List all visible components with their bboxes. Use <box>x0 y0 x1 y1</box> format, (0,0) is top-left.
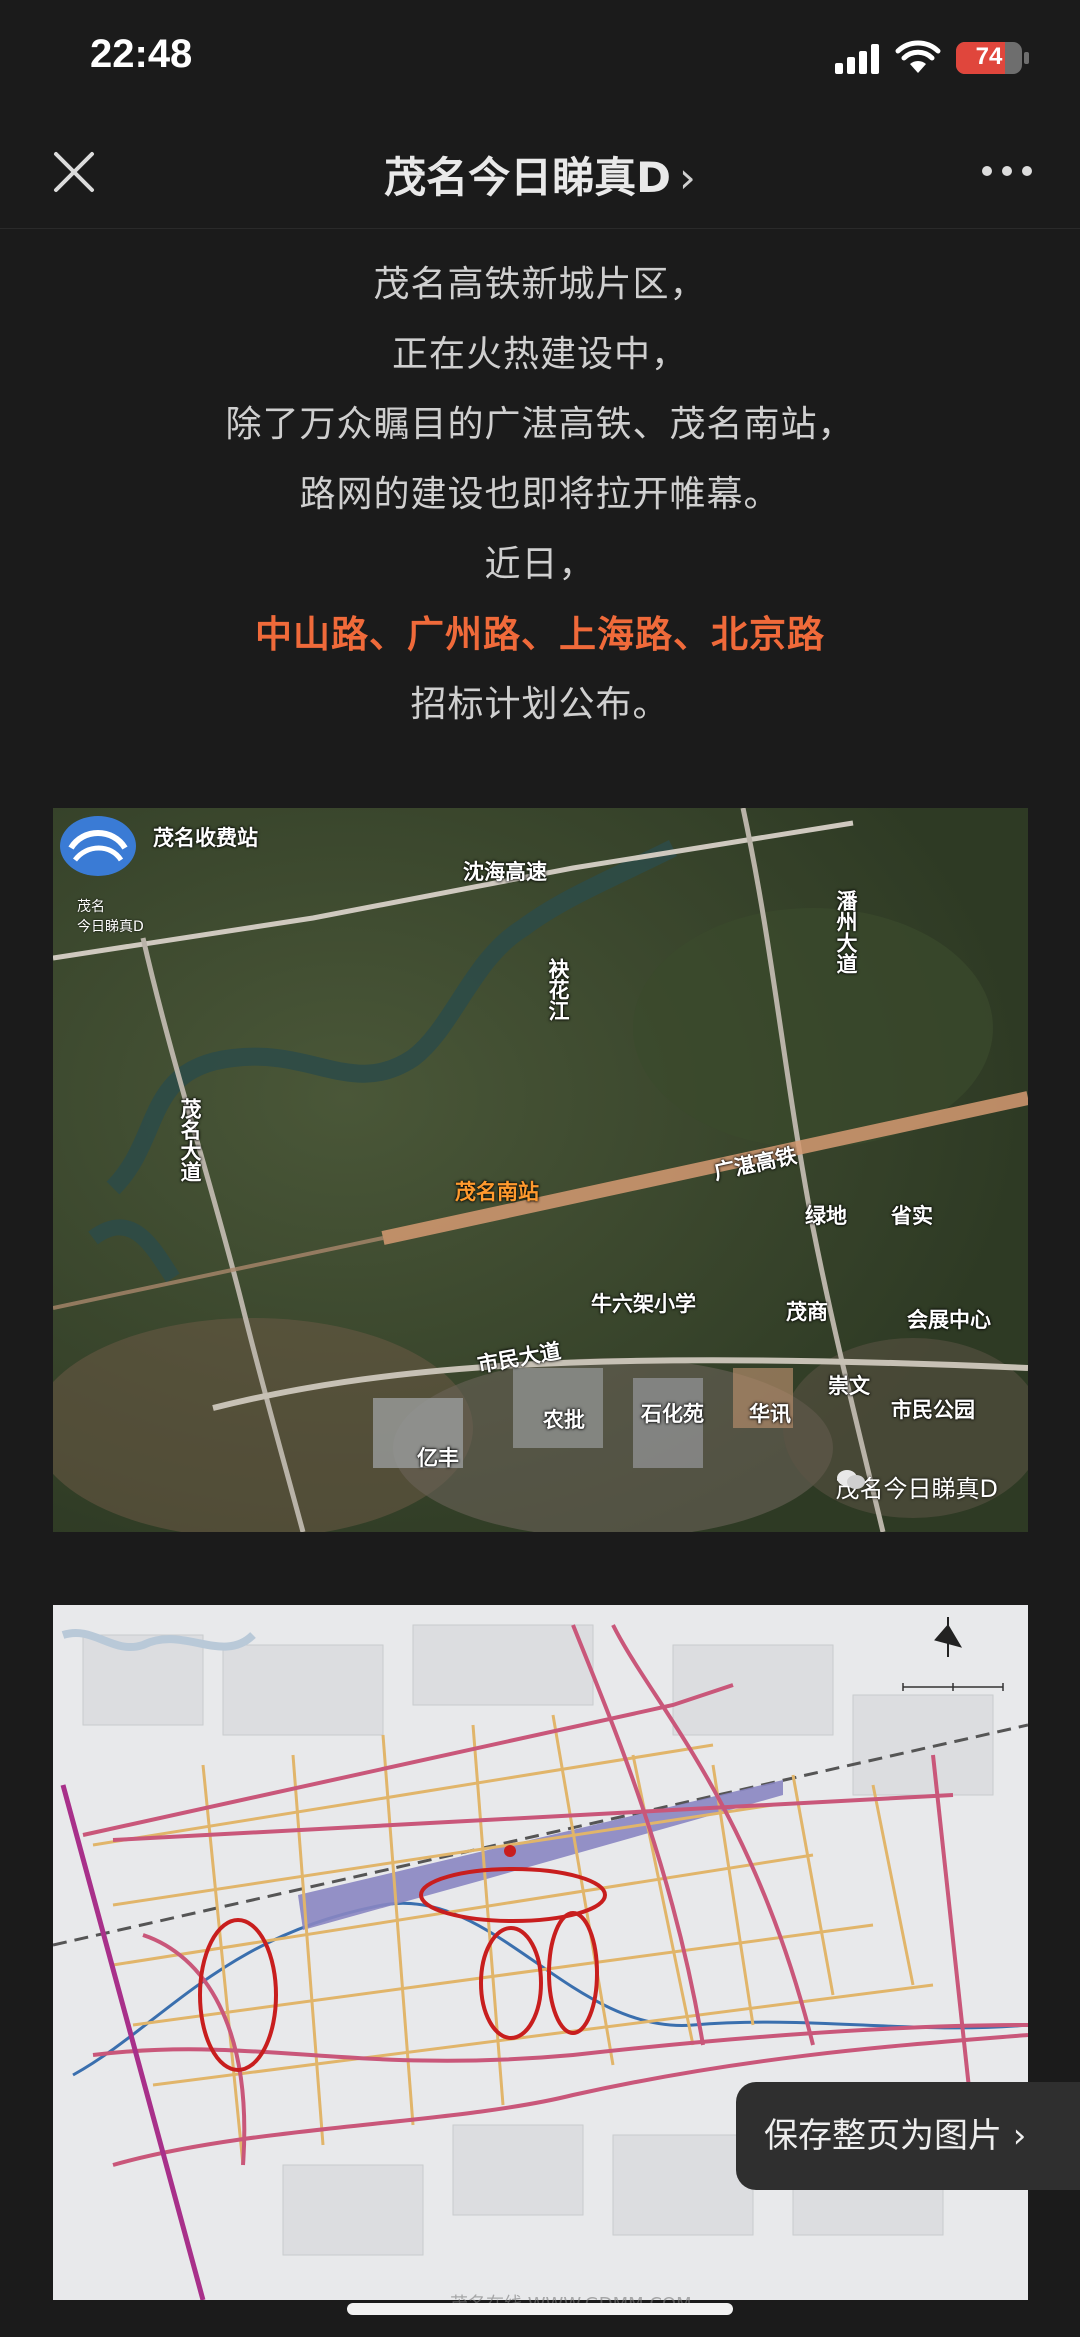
label-panzhou-avenue: 潘州大道 <box>834 890 858 974</box>
article-line: 除了万众瞩目的广湛高铁、茂名南站， <box>225 404 855 445</box>
chevron-right-icon: › <box>679 153 696 202</box>
label-shenhai-expressway: 沈海高速 <box>463 860 547 884</box>
wifi-icon <box>895 40 941 73</box>
article-line: 近日， <box>484 544 596 585</box>
label-maoshang: 茂商 <box>786 1300 828 1324</box>
more-icon[interactable] <box>980 156 1034 186</box>
channel-logo-icon <box>60 816 136 876</box>
battery-percent: 74 <box>975 43 1003 70</box>
road-plan-map-image[interactable] <box>53 1605 1028 2300</box>
wechat-icon <box>836 1470 865 1489</box>
label-lvdi: 绿地 <box>805 1204 847 1228</box>
article-intro: 茂名高铁新城片区， 正在火热建设中， 除了万众瞩目的广湛高铁、茂名南站， 路网的… <box>0 250 1080 740</box>
account-title-link[interactable]: 茂名今日睇真D › <box>0 144 1080 205</box>
label-xiaohua-river: 袂花江 <box>546 958 570 1021</box>
label-maoming-avenue: 茂名大道 <box>178 1098 202 1182</box>
battery-tip <box>1024 52 1029 64</box>
label-shihuayuan: 石化苑 <box>641 1402 704 1426</box>
label-toll-station: 茂名收费站 <box>153 826 258 850</box>
label-nongpi: 农批 <box>543 1408 585 1432</box>
home-indicator[interactable] <box>347 2303 733 2315</box>
status-time: 22:48 <box>90 32 193 76</box>
label-civic-park: 市民公园 <box>891 1398 975 1422</box>
satellite-map-image[interactable]: 茂名 今日睇真D 茂名收费站 沈海高速 袂花江 潘州大道 茂名大道 广湛高铁 茂名… <box>53 808 1028 1532</box>
label-yifeng: 亿丰 <box>417 1446 459 1470</box>
label-maoming-south-station: 茂名南站 <box>455 1180 539 1204</box>
account-name: 茂名今日睇真D <box>384 153 672 202</box>
article-line: 招标计划公布。 <box>410 684 670 725</box>
label-huaxun: 华讯 <box>749 1402 791 1426</box>
image-watermark: 茂名今日睇真D <box>836 1469 998 1504</box>
cellular-signal-icon <box>835 44 879 74</box>
article-highlight: 中山路、广州路、上海路、北京路 <box>255 613 825 656</box>
logo-name: 茂名 <box>77 899 105 915</box>
article-line: 茂名高铁新城片区， <box>373 264 707 305</box>
article-line: 路网的建设也即将拉开帷幕。 <box>299 474 781 515</box>
save-page-as-image-button[interactable]: 保存整页为图片 › <box>736 2082 1080 2190</box>
article-line: 正在火热建设中， <box>391 334 688 375</box>
status-bar: 22:48 74 <box>0 0 1080 118</box>
label-chongwen: 崇文 <box>828 1374 870 1398</box>
road-plan-drawing <box>53 1605 1028 2300</box>
label-exhibition-center: 会展中心 <box>907 1308 991 1332</box>
logo-caption: 茂名今日睇真D <box>77 896 144 936</box>
battery-icon: 74 <box>956 42 1022 74</box>
label-shengshi: 省实 <box>891 1204 933 1228</box>
label-niuliujia-school: 牛六架小学 <box>591 1292 696 1316</box>
logo-subtitle: 今日睇真D <box>77 919 144 935</box>
nav-bar: 茂名今日睇真D › <box>0 118 1080 229</box>
